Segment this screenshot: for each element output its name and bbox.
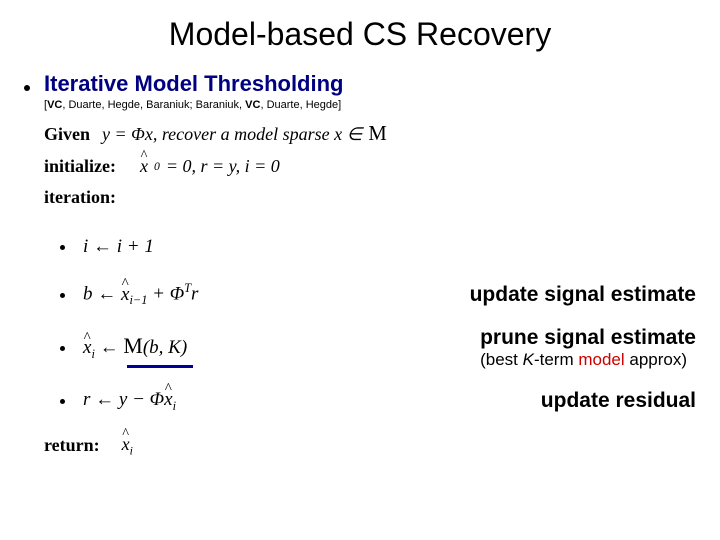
citation: [VC, Duarte, Hegde, Baraniuk; Baraniuk, … bbox=[44, 99, 696, 111]
step-2-math: b ← xi−1 + ΦTr bbox=[83, 281, 263, 308]
ps-best: best bbox=[486, 350, 523, 369]
bullet-icon bbox=[60, 346, 65, 351]
step-4-math: r ← y − Φxi bbox=[83, 389, 263, 414]
s3-arrow: ← bbox=[95, 337, 124, 358]
step-1: i ← i + 1 bbox=[60, 230, 696, 264]
s4-pre: r ← y − Φ bbox=[83, 389, 164, 410]
s3-args: (b, K) bbox=[143, 337, 187, 358]
given-label: Given bbox=[44, 124, 90, 145]
s2-sub: i−1 bbox=[129, 294, 147, 308]
given-eq: y = Φx, recover a model sparse x ∈ bbox=[102, 124, 362, 145]
step-4: r ← y − Φxi update residual bbox=[60, 384, 696, 418]
given-set: M bbox=[368, 123, 386, 146]
s3-M: M bbox=[123, 334, 142, 358]
step-3-math: xi ← M(b, K) bbox=[83, 334, 263, 362]
return-sub: i bbox=[130, 445, 133, 458]
init-line: initialize: x0 = 0, r = y, i = 0 bbox=[44, 156, 696, 177]
s2-pre: b ← bbox=[83, 284, 121, 305]
prune-sub: (best K-term model approx) bbox=[480, 350, 696, 370]
step-3-label: prune signal estimate (best K-term model… bbox=[460, 326, 696, 370]
step-1-math: i ← i + 1 bbox=[83, 236, 263, 258]
cite-vc2: VC bbox=[245, 99, 260, 111]
step-3: xi ← M(b, K) prune signal estimate (best… bbox=[60, 326, 696, 370]
return-row: return: xi bbox=[44, 434, 696, 458]
given-line: Given y = Φx, recover a model sparse x ∈… bbox=[44, 123, 696, 146]
iter-line: iteration: bbox=[44, 187, 696, 208]
return-x: x bbox=[122, 434, 130, 455]
s4-sub: i bbox=[173, 398, 176, 412]
cite-vc1: VC bbox=[47, 99, 62, 111]
bullet-icon bbox=[60, 399, 65, 404]
update-signal-label: update signal estimate bbox=[470, 283, 696, 307]
init-x: x bbox=[140, 156, 148, 177]
subtitle-row: Iterative Model Thresholding bbox=[24, 71, 696, 97]
ps-term: -term bbox=[534, 350, 578, 369]
page-title: Model-based CS Recovery bbox=[24, 16, 696, 53]
bullet-icon bbox=[60, 293, 65, 298]
underline-icon bbox=[127, 365, 193, 368]
subtitle: Iterative Model Thresholding bbox=[44, 71, 343, 97]
s2-post: + Φ bbox=[147, 284, 184, 305]
return-val: xi bbox=[122, 434, 133, 458]
cite-mid2: , Duarte, Hegde] bbox=[260, 99, 341, 111]
ps-model: model bbox=[578, 350, 624, 369]
bullet-icon bbox=[24, 85, 30, 91]
s2-r: r bbox=[191, 284, 198, 305]
update-residual-label: update residual bbox=[541, 389, 696, 413]
slide: Model-based CS Recovery Iterative Model … bbox=[0, 0, 720, 458]
iter-label: iteration: bbox=[44, 187, 116, 208]
init-rest: = 0, r = y, i = 0 bbox=[166, 156, 280, 177]
cite-mid1: , Duarte, Hegde, Baraniuk; Baraniuk, bbox=[62, 99, 245, 111]
prune-label: prune signal estimate bbox=[480, 326, 696, 350]
init-label: initialize: bbox=[44, 156, 116, 177]
step-2: b ← xi−1 + ΦTr update signal estimate bbox=[60, 278, 696, 312]
ps-k: K bbox=[523, 350, 534, 369]
s3-x: x bbox=[83, 337, 91, 359]
bullet-icon bbox=[60, 245, 65, 250]
s2-x: x bbox=[121, 284, 129, 306]
init-x-sub: 0 bbox=[154, 160, 160, 173]
step-4-label: update residual bbox=[521, 389, 696, 413]
return-label: return: bbox=[44, 435, 100, 456]
step-2-label: update signal estimate bbox=[450, 283, 696, 307]
steps-list: i ← i + 1 b ← xi−1 + ΦTr update signal e… bbox=[60, 230, 696, 418]
given-block: Given y = Φx, recover a model sparse x ∈… bbox=[44, 123, 696, 208]
s4-x: x bbox=[164, 389, 172, 411]
ps-approx: approx) bbox=[625, 350, 687, 369]
